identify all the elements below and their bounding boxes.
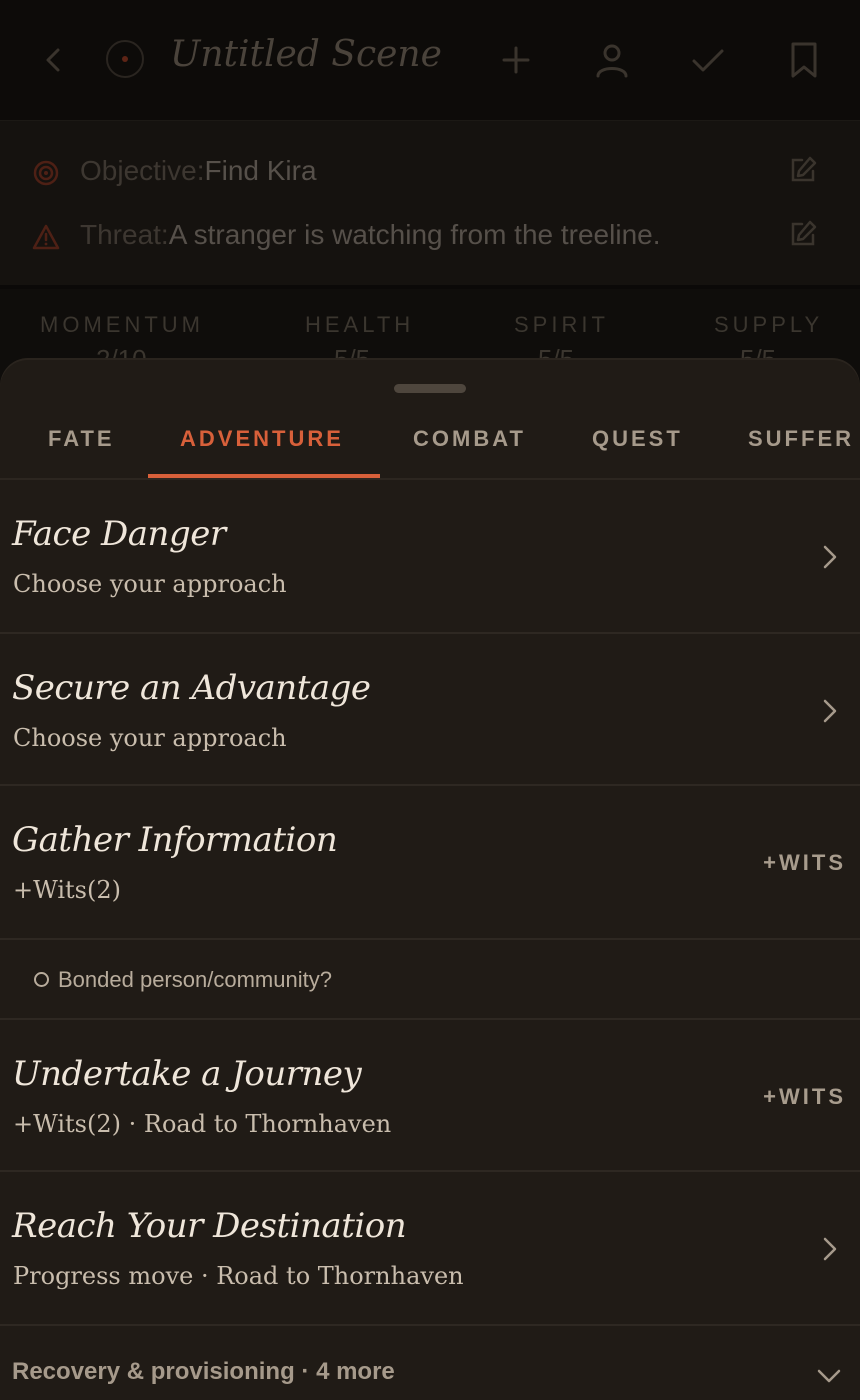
tab-adventure[interactable]: ADVENTURE — [180, 426, 344, 452]
move-reach-your-destination[interactable]: Reach Your Destination Progress move · R… — [0, 1172, 860, 1326]
check-icon[interactable] — [688, 40, 728, 80]
top-bar: Untitled Scene — [0, 0, 860, 121]
move-subtitle: Choose your approach — [13, 724, 287, 752]
scene-info-panel: Objective:Find Kira Threat:A stranger is… — [0, 121, 860, 289]
spirit-label: SPIRIT — [514, 312, 609, 337]
edit-objective-icon[interactable] — [788, 155, 818, 185]
move-name: Undertake a Journey — [12, 1054, 362, 1094]
more-moves-label: Recovery & provisioning · 4 more — [12, 1358, 395, 1385]
supply-label: SUPPLY — [714, 312, 824, 337]
move-undertake-a-journey[interactable]: Undertake a Journey +Wits(2) · Road to T… — [0, 1020, 860, 1172]
move-gather-information[interactable]: Gather Information +Wits(2) +WITS — [0, 786, 860, 940]
move-list: Face Danger Choose your approach Secure … — [0, 480, 860, 1400]
chevron-right-icon — [823, 699, 837, 723]
move-category-tabs: FATE ADVENTURE COMBAT QUEST SUFFER — [0, 408, 860, 480]
move-name: Secure an Advantage — [12, 668, 371, 708]
scene-status-icon — [106, 40, 144, 78]
sheet-drag-handle[interactable] — [394, 384, 466, 393]
move-secure-an-advantage[interactable]: Secure an Advantage Choose your approach — [0, 634, 860, 786]
stats-bar: MOMENTUM 2/10 HEALTH 5/5 SPIRIT 5/5 SUPP… — [0, 290, 860, 374]
more-moves-toggle[interactable]: Recovery & provisioning · 4 more — [0, 1326, 860, 1400]
move-subtitle: Progress move · Road to Thornhaven — [13, 1262, 464, 1290]
move-subtitle: Choose your approach — [13, 570, 287, 598]
edit-threat-icon[interactable] — [788, 219, 818, 249]
threat-label: Threat: — [80, 219, 169, 250]
objective-value: Find Kira — [204, 155, 317, 186]
warning-icon — [32, 224, 60, 250]
move-subtitle: +Wits(2) · Road to Thornhaven — [13, 1110, 392, 1138]
move-name: Gather Information — [12, 820, 338, 860]
momentum-label: MOMENTUM — [40, 312, 204, 337]
move-face-danger[interactable]: Face Danger Choose your approach — [0, 480, 860, 634]
person-icon[interactable] — [592, 40, 632, 80]
objective-label: Objective: — [80, 155, 205, 186]
move-name: Reach Your Destination — [12, 1206, 407, 1246]
health-label: HEALTH — [305, 312, 415, 337]
tab-quest[interactable]: QUEST — [592, 426, 683, 452]
scene-title[interactable]: Untitled Scene — [170, 34, 442, 75]
chevron-down-icon — [817, 1369, 841, 1383]
radio-circle-icon[interactable] — [34, 972, 49, 987]
moves-sheet: FATE ADVENTURE COMBAT QUEST SUFFER Face … — [0, 360, 860, 1400]
roll-stat-button[interactable]: +WITS — [763, 850, 846, 876]
back-icon[interactable] — [38, 42, 68, 78]
move-name: Face Danger — [12, 514, 226, 554]
add-icon[interactable] — [496, 40, 536, 80]
tab-suffer[interactable]: SUFFER — [748, 426, 854, 452]
threat-row: Threat:A stranger is watching from the t… — [32, 215, 832, 255]
chevron-right-icon — [823, 545, 837, 569]
threat-value: A stranger is watching from the treeline… — [168, 219, 661, 250]
bookmark-icon[interactable] — [784, 40, 824, 80]
target-icon — [33, 160, 59, 186]
tab-combat[interactable]: COMBAT — [413, 426, 526, 452]
objective-row: Objective:Find Kira — [32, 151, 832, 191]
chevron-right-icon — [823, 1237, 837, 1261]
active-tab-indicator — [148, 474, 380, 478]
move-subtitle: +Wits(2) — [13, 876, 121, 904]
roll-stat-button[interactable]: +WITS — [763, 1084, 846, 1110]
tab-fate[interactable]: FATE — [48, 426, 115, 452]
bonded-option[interactable]: Bonded person/community? — [0, 940, 860, 1020]
bonded-option-label: Bonded person/community? — [58, 967, 332, 992]
